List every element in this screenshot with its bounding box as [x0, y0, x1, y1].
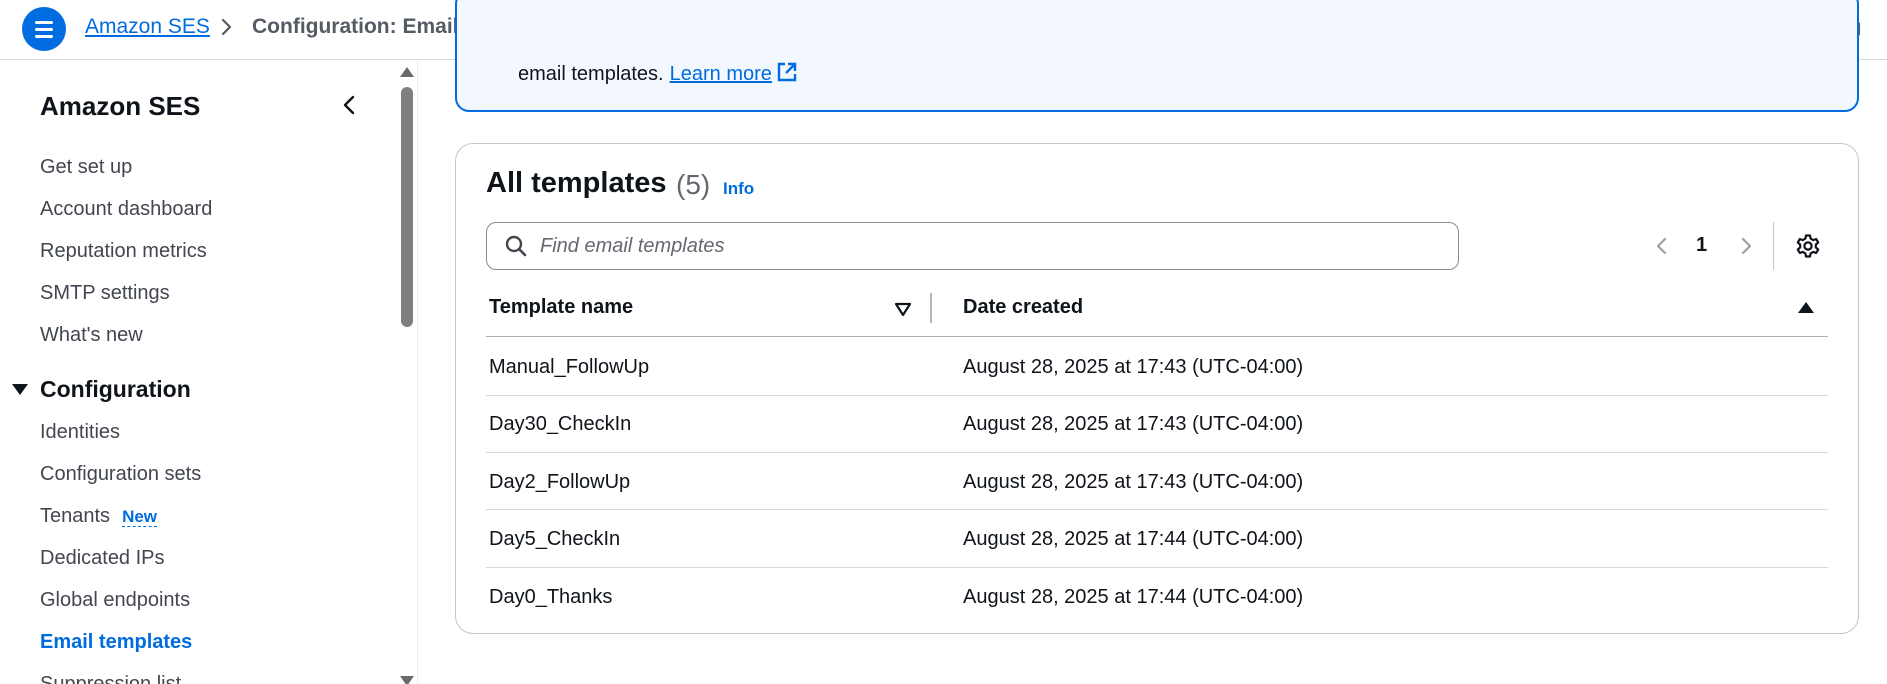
table-row-date: August 28, 2025 at 17:43 (UTC-04:00)	[963, 356, 1304, 378]
sidebar-item-global-endpoints[interactable]: Global endpoints	[40, 589, 190, 612]
caret-down-icon	[12, 384, 28, 395]
breadcrumb-amazon-ses-link[interactable]: Amazon SES	[85, 15, 210, 39]
table-row-name[interactable]: Day5_CheckIn	[489, 528, 620, 551]
sidebar-item-dedicated-ips[interactable]: Dedicated IPs	[40, 547, 165, 570]
table-row-date: August 28, 2025 at 17:44 (UTC-04:00)	[963, 528, 1304, 550]
chevron-right-icon	[217, 15, 237, 44]
scrollbar-thumb[interactable]	[401, 87, 413, 327]
sidebar-item-email-templates[interactable]: Email templates	[40, 631, 192, 654]
sidebar-item-identities[interactable]: Identities	[40, 421, 120, 444]
pagination-previous-icon[interactable]	[1653, 234, 1671, 263]
info-link[interactable]: Info	[723, 179, 754, 199]
templates-count: (5)	[676, 169, 711, 200]
table-row-name[interactable]: Day30_CheckIn	[489, 413, 631, 436]
column-header-date-created[interactable]: Date created	[963, 296, 1083, 319]
sidebar-item-account-dashboard[interactable]: Account dashboard	[40, 198, 212, 221]
pagination-divider	[1773, 222, 1774, 270]
table-row-date: August 28, 2025 at 17:43 (UTC-04:00)	[963, 471, 1304, 493]
sidebar-section-configuration[interactable]: Configuration	[12, 376, 191, 403]
pagination-next-icon[interactable]	[1737, 234, 1755, 263]
sort-down-icon[interactable]	[894, 302, 912, 323]
learn-more-link[interactable]: Learn more	[670, 63, 772, 85]
row-divider	[486, 509, 1828, 510]
scroll-down-arrow-icon[interactable]	[400, 676, 414, 684]
sidebar-item-get-set-up[interactable]: Get set up	[40, 156, 132, 179]
table-row-name[interactable]: Manual_FollowUp	[489, 356, 649, 379]
settings-icon[interactable]	[1795, 233, 1821, 264]
chevron-left-icon[interactable]	[338, 92, 362, 123]
row-divider	[486, 452, 1828, 453]
sort-up-icon[interactable]	[1798, 302, 1814, 313]
scroll-up-arrow-icon[interactable]	[400, 67, 414, 77]
sidebar-item-whats-new[interactable]: What's new	[40, 324, 143, 347]
table-row-name[interactable]: Day0_Thanks	[489, 586, 612, 609]
info-banner	[455, 0, 1859, 112]
sidebar-title: Amazon SES	[40, 91, 201, 121]
column-resizer[interactable]	[930, 293, 932, 323]
banner-text-line: email templates. Learn more	[518, 61, 798, 89]
sidebar-item-tenants[interactable]: Tenants New	[40, 505, 158, 528]
sidebar-section-label: Configuration	[40, 376, 191, 402]
menu-icon[interactable]	[22, 7, 66, 51]
pagination-page-number[interactable]: 1	[1696, 234, 1707, 257]
table-row-date: August 28, 2025 at 17:43 (UTC-04:00)	[963, 413, 1304, 435]
sidebar-item-configuration-sets[interactable]: Configuration sets	[40, 463, 201, 486]
table-row-name[interactable]: Day2_FollowUp	[489, 471, 630, 494]
column-header-template-name[interactable]: Template name	[489, 296, 633, 319]
sidebar-item-smtp-settings[interactable]: SMTP settings	[40, 282, 170, 305]
search-icon	[504, 234, 528, 263]
sidebar-item-reputation-metrics[interactable]: Reputation metrics	[40, 240, 207, 263]
sidebar-item-label: Tenants	[40, 505, 111, 527]
external-link-icon[interactable]	[776, 61, 798, 89]
side-navigation: Amazon SES Get set up Account dashboard …	[0, 60, 418, 684]
sidebar-item-suppression-list[interactable]: Suppression list	[40, 673, 181, 684]
templates-container	[455, 143, 1859, 634]
templates-title: All templates	[486, 167, 667, 199]
table-row-date: August 28, 2025 at 17:44 (UTC-04:00)	[963, 586, 1304, 608]
row-divider	[486, 395, 1828, 396]
banner-text: email templates.	[518, 63, 664, 85]
row-divider	[486, 567, 1828, 568]
table-header-divider	[486, 336, 1828, 337]
new-badge[interactable]: New	[122, 507, 158, 527]
search-input[interactable]	[540, 226, 1440, 266]
